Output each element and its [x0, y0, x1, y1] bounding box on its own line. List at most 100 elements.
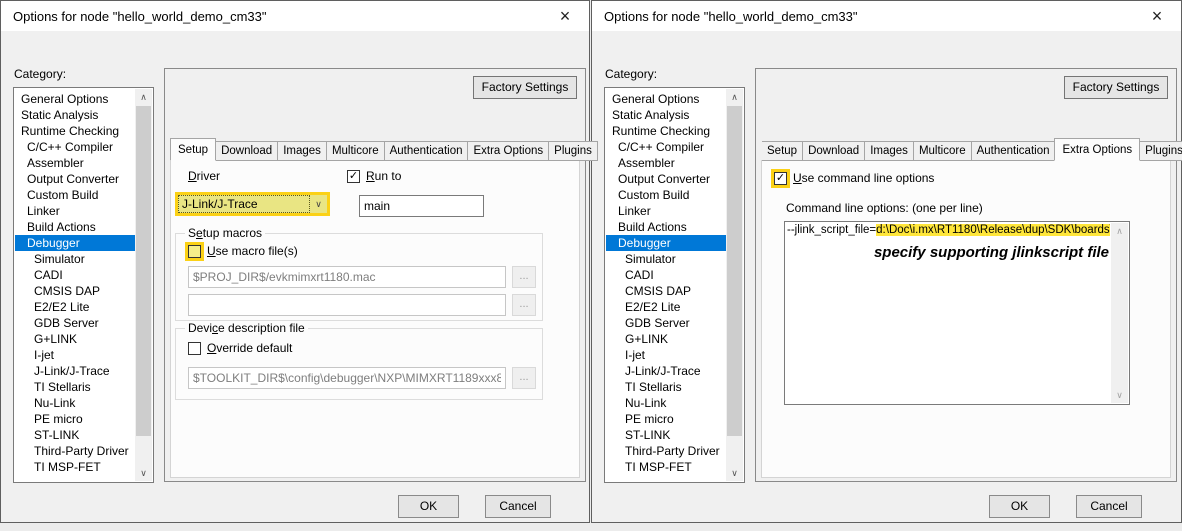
- tab[interactable]: Download: [216, 141, 278, 161]
- tab[interactable]: Setup: [762, 141, 803, 161]
- tab[interactable]: Plugins: [549, 141, 598, 161]
- tab[interactable]: Plugins: [1140, 141, 1182, 161]
- tab[interactable]: Authentication: [972, 141, 1056, 161]
- category-item[interactable]: Linker: [15, 203, 135, 219]
- scrollbar-thumb[interactable]: [136, 106, 151, 436]
- category-item[interactable]: Runtime Checking: [15, 123, 135, 139]
- category-item[interactable]: Output Converter: [15, 171, 135, 187]
- cmdline-options-textarea[interactable]: --jlink_script_file=d:\Doc\i.mx\RT1180\R…: [784, 221, 1130, 405]
- titlebar: Options for node "hello_world_demo_cm33"…: [1, 1, 589, 31]
- ok-button[interactable]: OK: [398, 495, 459, 518]
- category-item[interactable]: E2/E2 Lite: [606, 299, 726, 315]
- scroll-up-icon[interactable]: ∧: [135, 89, 152, 105]
- category-item[interactable]: Runtime Checking: [606, 123, 726, 139]
- category-item[interactable]: PE micro: [15, 411, 135, 427]
- scroll-down-icon[interactable]: ∨: [135, 465, 152, 481]
- category-item[interactable]: I-jet: [606, 347, 726, 363]
- tab[interactable]: Extra Options: [1054, 138, 1140, 161]
- run-to-input[interactable]: [359, 195, 484, 217]
- category-label: Category:: [14, 67, 66, 81]
- category-item[interactable]: TI Stellaris: [15, 379, 135, 395]
- use-cmdline-checkbox[interactable]: ✓: [774, 172, 787, 185]
- scroll-down-icon[interactable]: ∨: [1111, 387, 1128, 403]
- run-to-checkbox[interactable]: ✓: [347, 170, 360, 183]
- category-item[interactable]: TI MSP-FET: [15, 459, 135, 475]
- category-item[interactable]: CADI: [15, 267, 135, 283]
- category-item[interactable]: Third-Party Driver: [606, 443, 726, 459]
- annotation-text: specify supporting jlinkscript file: [874, 244, 1109, 261]
- tab[interactable]: Multicore: [327, 141, 385, 161]
- scroll-down-icon[interactable]: ∨: [726, 465, 743, 481]
- override-default-checkbox[interactable]: [188, 342, 201, 355]
- check-icon: ✓: [348, 171, 359, 182]
- scrollbar-thumb[interactable]: [727, 106, 742, 436]
- category-item[interactable]: Static Analysis: [15, 107, 135, 123]
- category-item[interactable]: C/C++ Compiler: [606, 139, 726, 155]
- use-macro-row: Use macro file(s): [188, 244, 298, 258]
- category-item[interactable]: I-jet: [15, 347, 135, 363]
- category-item[interactable]: Third-Party Driver: [15, 443, 135, 459]
- category-item[interactable]: CADI: [606, 267, 726, 283]
- tab[interactable]: Multicore: [914, 141, 972, 161]
- category-item[interactable]: Debugger: [606, 235, 726, 251]
- category-item[interactable]: TI Stellaris: [606, 379, 726, 395]
- category-item[interactable]: C/C++ Compiler: [15, 139, 135, 155]
- options-dialog-extra-options: Options for node "hello_world_demo_cm33"…: [591, 0, 1182, 523]
- category-item[interactable]: GDB Server: [15, 315, 135, 331]
- tab[interactable]: Setup: [170, 138, 216, 161]
- driver-select[interactable]: J-Link/J-Trace ∨: [175, 192, 330, 216]
- category-item[interactable]: Simulator: [15, 251, 135, 267]
- category-item[interactable]: Linker: [606, 203, 726, 219]
- tab[interactable]: Extra Options: [468, 141, 549, 161]
- category-item[interactable]: General Options: [15, 91, 135, 107]
- cancel-button[interactable]: Cancel: [1076, 495, 1142, 518]
- category-item[interactable]: Output Converter: [606, 171, 726, 187]
- category-item[interactable]: Custom Build: [606, 187, 726, 203]
- cancel-button[interactable]: Cancel: [485, 495, 551, 518]
- tab[interactable]: Images: [278, 141, 327, 161]
- textarea-scrollbar[interactable]: ∧ ∨: [1111, 223, 1128, 403]
- tab[interactable]: Images: [865, 141, 914, 161]
- category-item[interactable]: CMSIS DAP: [606, 283, 726, 299]
- category-item[interactable]: J-Link/J-Trace: [606, 363, 726, 379]
- scroll-up-icon[interactable]: ∧: [1111, 223, 1128, 239]
- category-item[interactable]: Build Actions: [15, 219, 135, 235]
- category-item[interactable]: Custom Build: [15, 187, 135, 203]
- tab[interactable]: Authentication: [385, 141, 469, 161]
- close-icon[interactable]: ×: [553, 7, 577, 25]
- scroll-up-icon[interactable]: ∧: [726, 89, 743, 105]
- category-item[interactable]: Build Actions: [606, 219, 726, 235]
- factory-settings-button[interactable]: Factory Settings: [473, 76, 577, 99]
- category-item[interactable]: Assembler: [15, 155, 135, 171]
- category-list: General OptionsStatic AnalysisRuntime Ch…: [15, 89, 135, 481]
- category-item[interactable]: E2/E2 Lite: [15, 299, 135, 315]
- ok-button[interactable]: OK: [989, 495, 1050, 518]
- use-macro-checkbox[interactable]: [188, 245, 201, 258]
- category-item[interactable]: Static Analysis: [606, 107, 726, 123]
- category-item[interactable]: CMSIS DAP: [15, 283, 135, 299]
- category-scrollbar[interactable]: ∧ ∨: [726, 89, 743, 481]
- category-item[interactable]: Nu-Link: [15, 395, 135, 411]
- category-item[interactable]: ST-LINK: [15, 427, 135, 443]
- category-item[interactable]: Debugger: [15, 235, 135, 251]
- category-item[interactable]: Simulator: [606, 251, 726, 267]
- category-item[interactable]: Assembler: [606, 155, 726, 171]
- chevron-down-icon: ∨: [310, 195, 327, 213]
- category-item[interactable]: TI MSP-FET: [606, 459, 726, 475]
- driver-label: Driver: [188, 169, 220, 183]
- category-item[interactable]: PE micro: [606, 411, 726, 427]
- factory-settings-button[interactable]: Factory Settings: [1064, 76, 1168, 99]
- category-item[interactable]: G+LINK: [606, 331, 726, 347]
- category-item[interactable]: ST-LINK: [606, 427, 726, 443]
- tab[interactable]: Download: [803, 141, 865, 161]
- category-scrollbar[interactable]: ∧ ∨: [135, 89, 152, 481]
- category-item[interactable]: General Options: [606, 91, 726, 107]
- setup-macros-group: Setup macros Use macro file(s) ... ...: [175, 233, 543, 321]
- category-list: General OptionsStatic AnalysisRuntime Ch…: [606, 89, 726, 481]
- close-icon[interactable]: ×: [1145, 7, 1169, 25]
- category-item[interactable]: Nu-Link: [606, 395, 726, 411]
- category-item[interactable]: G+LINK: [15, 331, 135, 347]
- highlighted-path: d:\Doc\i.mx\RT1180\Release\dup\SDK\board…: [876, 224, 1110, 236]
- category-item[interactable]: J-Link/J-Trace: [15, 363, 135, 379]
- category-item[interactable]: GDB Server: [606, 315, 726, 331]
